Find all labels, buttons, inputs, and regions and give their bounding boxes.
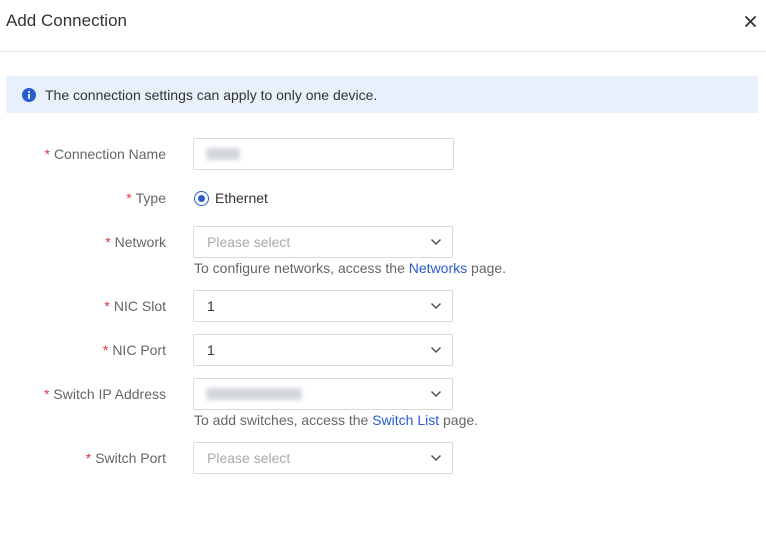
- switch-list-link[interactable]: Switch List: [372, 412, 439, 428]
- chevron-down-icon: [430, 390, 442, 398]
- required-mark: *: [43, 386, 50, 402]
- chevron-down-icon: [430, 302, 442, 310]
- blurred-value: [206, 388, 302, 400]
- networks-link[interactable]: Networks: [409, 260, 467, 276]
- switch-port-select[interactable]: Please select: [193, 442, 453, 474]
- chevron-down-icon: [430, 346, 442, 354]
- type-label: * Type: [126, 190, 166, 206]
- info-notice: The connection settings can apply to onl…: [6, 76, 758, 113]
- radio-checked-icon: [194, 190, 209, 206]
- switch-ip-label: * Switch IP Address: [43, 386, 166, 402]
- info-icon: [22, 87, 36, 102]
- switch-port-placeholder: Please select: [207, 450, 291, 466]
- blurred-value: [206, 148, 240, 160]
- chevron-down-icon: [430, 238, 442, 246]
- nic-port-select[interactable]: 1: [193, 334, 453, 366]
- nic-slot-label: * NIC Slot: [104, 298, 166, 314]
- close-icon: [744, 15, 756, 27]
- required-mark: *: [44, 146, 50, 162]
- required-mark: *: [105, 234, 111, 250]
- chevron-down-icon: [430, 454, 442, 462]
- switch-ip-select[interactable]: [193, 378, 453, 410]
- required-mark: *: [126, 190, 132, 206]
- connection-name-input[interactable]: [193, 138, 454, 170]
- nic-port-label: * NIC Port: [102, 342, 166, 358]
- network-label: * Network: [105, 234, 166, 250]
- dialog-header: Add Connection: [0, 0, 766, 52]
- network-placeholder: Please select: [207, 234, 291, 250]
- network-select[interactable]: Please select: [193, 226, 453, 258]
- required-mark: *: [102, 342, 109, 358]
- required-mark: *: [85, 450, 92, 466]
- required-mark: *: [104, 298, 110, 314]
- switch-ip-hint: To add switches, access the Switch List …: [194, 412, 479, 428]
- dialog-title: Add Connection: [6, 11, 127, 30]
- add-connection-dialog: Add Connection The connection settings c…: [0, 0, 766, 534]
- network-hint: To configure networks, access the Networ…: [194, 260, 507, 276]
- radio-label: Ethernet: [215, 190, 268, 206]
- notice-text: The connection settings can apply to onl…: [45, 86, 378, 103]
- close-button[interactable]: [740, 10, 760, 32]
- switch-port-label: * Switch Port: [85, 450, 166, 466]
- nic-port-value: 1: [207, 342, 215, 358]
- connection-name-label: * Connection Name: [44, 146, 166, 162]
- nic-slot-value: 1: [207, 298, 215, 314]
- type-radio-ethernet[interactable]: Ethernet: [194, 190, 268, 206]
- nic-slot-select[interactable]: 1: [193, 290, 453, 322]
